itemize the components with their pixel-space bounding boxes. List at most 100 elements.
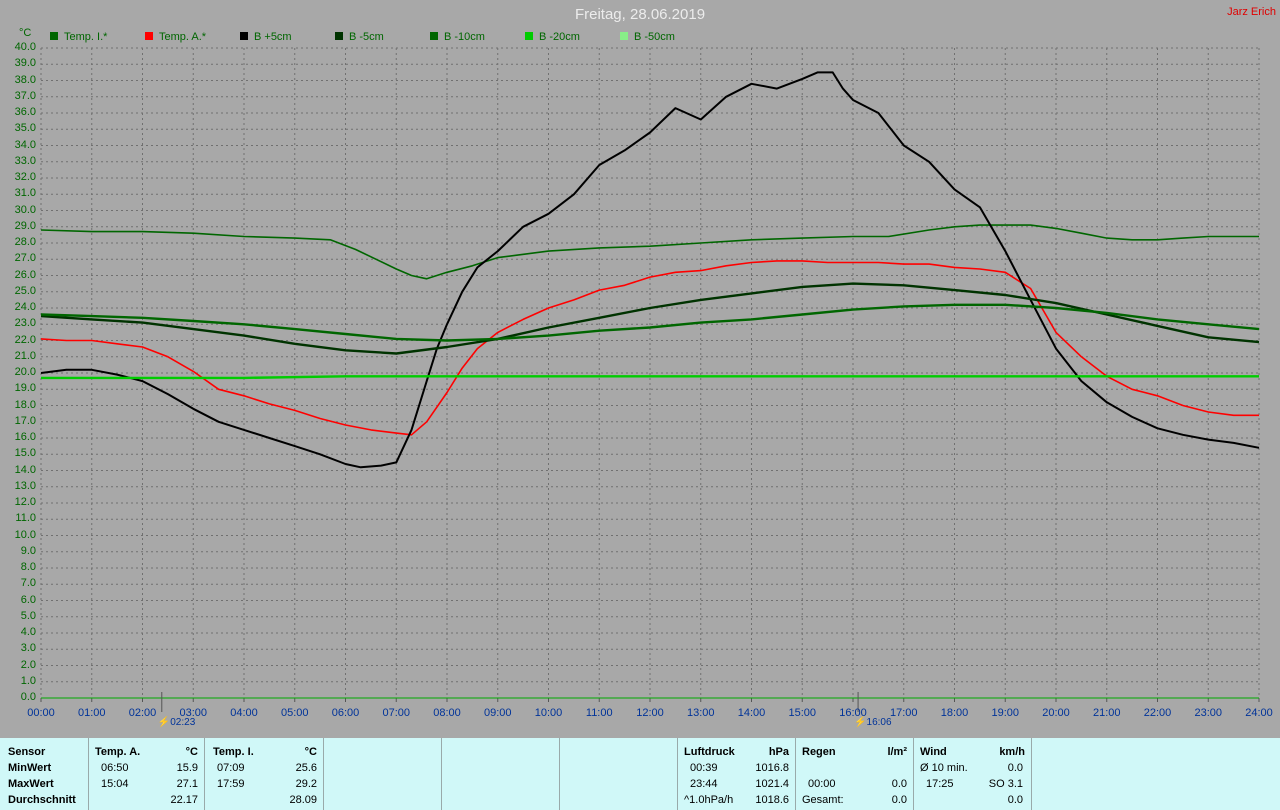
temp-a-unit: °C	[185, 746, 198, 758]
legend-item: B +5cm	[240, 31, 292, 43]
pressure-min: 1016.8	[755, 762, 789, 774]
x-tick-label: 18:00	[940, 707, 969, 719]
rain-total: 0.0	[891, 794, 907, 806]
rain-unit: l/m²	[887, 746, 907, 758]
x-tick-label: 06:00	[331, 707, 360, 719]
y-tick-label: 5.0	[20, 609, 36, 622]
legend-item: B -20cm	[525, 31, 580, 43]
stats-col-pressure: Luftdruck hPa 00:39 1016.8 23:44 1021.4 …	[678, 738, 796, 810]
temp-a-min: 15.9	[176, 762, 198, 774]
wind-title: Wind	[920, 746, 947, 758]
pressure-unit: hPa	[768, 746, 789, 758]
x-tick-label: 20:00	[1042, 707, 1070, 719]
y-tick-label: 8.0	[20, 561, 36, 573]
y-tick-label: 37.0	[14, 89, 36, 102]
temp-i-min-time: 07:09	[217, 762, 245, 774]
rain-time: 00:00	[808, 778, 836, 790]
y-tick-label: 4.0	[20, 626, 36, 638]
y-tick-label: 25.0	[14, 284, 36, 297]
author-label: Jarz Erich	[1227, 6, 1276, 18]
wind-avg: 0.0	[1007, 762, 1023, 774]
row-label-min: MinWert	[8, 762, 52, 774]
temp-i-unit: °C	[304, 746, 317, 758]
x-tick-label: 07:00	[382, 707, 411, 719]
wind-max: SO 3.1	[988, 778, 1023, 790]
stats-col-temp-i: Temp. I. °C 07:09 25.6 17:59 29.2 28.09	[205, 738, 324, 810]
stats-col-rain: Regen l/m² 00:00 0.0 Gesamt: 0.0	[796, 738, 914, 810]
y-tick-label: 34.0	[14, 138, 36, 151]
wind-time: 17:25	[926, 778, 954, 790]
y-tick-label: 31.0	[14, 187, 36, 200]
rain-title: Regen	[802, 746, 836, 758]
pressure-min-time: 00:39	[690, 762, 718, 774]
y-tick-label: 36.0	[14, 106, 36, 118]
legend-label: B +5cm	[254, 31, 292, 43]
temp-i-max: 29.2	[295, 778, 317, 790]
legend-label: Temp. A.*	[159, 31, 207, 43]
x-tick-label: 00:00	[27, 707, 55, 719]
y-tick-label: 23.0	[14, 317, 36, 330]
rain-total-label: Gesamt:	[802, 794, 844, 806]
temp-a-max-time: 15:04	[101, 778, 129, 790]
y-tick-label: 12.0	[14, 496, 36, 508]
y-tick-label: 24.0	[14, 301, 36, 313]
chart-plot	[40, 47, 1260, 712]
stats-col-empty-1	[324, 738, 442, 810]
y-tick-label: 28.0	[14, 236, 36, 248]
x-tick-label: 04:00	[230, 707, 258, 719]
y-tick-label: 17.0	[14, 414, 36, 427]
legend-label: B -20cm	[539, 31, 580, 43]
x-tick-label: 11:00	[585, 707, 613, 719]
x-tick-label: 23:00	[1194, 707, 1223, 719]
y-tick-label: 2.0	[20, 658, 36, 671]
row-label-avg: Durchschnitt	[8, 794, 76, 806]
pressure-trend-label: ^1.0hPa/h	[684, 794, 734, 806]
legend-swatch	[430, 32, 438, 40]
stats-col-sensor: Sensor MinWert MaxWert Durchschnitt	[0, 738, 89, 810]
row-label-max: MaxWert	[8, 778, 54, 790]
stats-col-empty-3	[560, 738, 678, 810]
chart-title: Freitag, 28.06.2019	[574, 6, 706, 23]
temp-i-title: Temp. I.	[213, 746, 254, 758]
y-tick-label: 35.0	[14, 122, 36, 135]
x-tick-label: 21:00	[1092, 707, 1121, 719]
legend-item: B -10cm	[430, 31, 485, 43]
x-tick-label: 24:00	[1245, 707, 1273, 719]
y-tick-label: 22.0	[14, 333, 36, 346]
y-tick-label: 32.0	[14, 171, 36, 183]
legend-item: B -50cm	[620, 31, 675, 43]
y-tick-label: 6.0	[20, 593, 36, 606]
y-tick-label: 18.0	[14, 398, 36, 411]
temp-a-title: Temp. A.	[95, 746, 141, 758]
rain-value: 0.0	[891, 778, 907, 790]
sensor-header: Sensor	[8, 746, 46, 758]
y-tick-label: 21.0	[14, 349, 36, 362]
x-tick-label: 05:00	[280, 707, 309, 719]
wind-avg-label: Ø 10 min.	[920, 762, 968, 774]
y-tick-label: 10.0	[14, 528, 36, 541]
x-tick-label: 19:00	[991, 707, 1020, 719]
stats-col-wind: Wind km/h Ø 10 min. 0.0 17:25 SO 3.1 0.0	[914, 738, 1032, 810]
legend-label: Temp. I.*	[64, 31, 108, 43]
legend-swatch	[240, 32, 248, 40]
x-tick-label: 13:00	[686, 707, 715, 719]
y-tick-label: 38.0	[14, 73, 36, 86]
y-tick-label: 16.0	[14, 431, 36, 443]
y-tick-label: 29.0	[14, 219, 36, 232]
y-tick-label: 20.0	[14, 366, 36, 378]
y-tick-label: 19.0	[14, 382, 36, 395]
y-tick-label: 27.0	[14, 252, 36, 265]
legend-item: Temp. I.*	[50, 31, 107, 43]
legend-swatch	[335, 32, 343, 40]
legend-swatch	[145, 32, 153, 40]
legend-item: Temp. A.*	[145, 31, 206, 43]
legend-swatch	[50, 32, 58, 40]
y-tick-label: 13.0	[14, 479, 36, 492]
y-tick-label: 1.0	[20, 674, 36, 687]
temp-i-max-time: 17:59	[217, 778, 245, 790]
stats-col-temp-a: Temp. A. °C 06:50 15.9 15:04 27.1 22.17	[89, 738, 205, 810]
x-tick-label: 12:00	[636, 707, 664, 719]
temp-a-max: 27.1	[176, 778, 198, 790]
legend-swatch	[525, 32, 533, 40]
y-tick-label: 7.0	[20, 577, 36, 590]
